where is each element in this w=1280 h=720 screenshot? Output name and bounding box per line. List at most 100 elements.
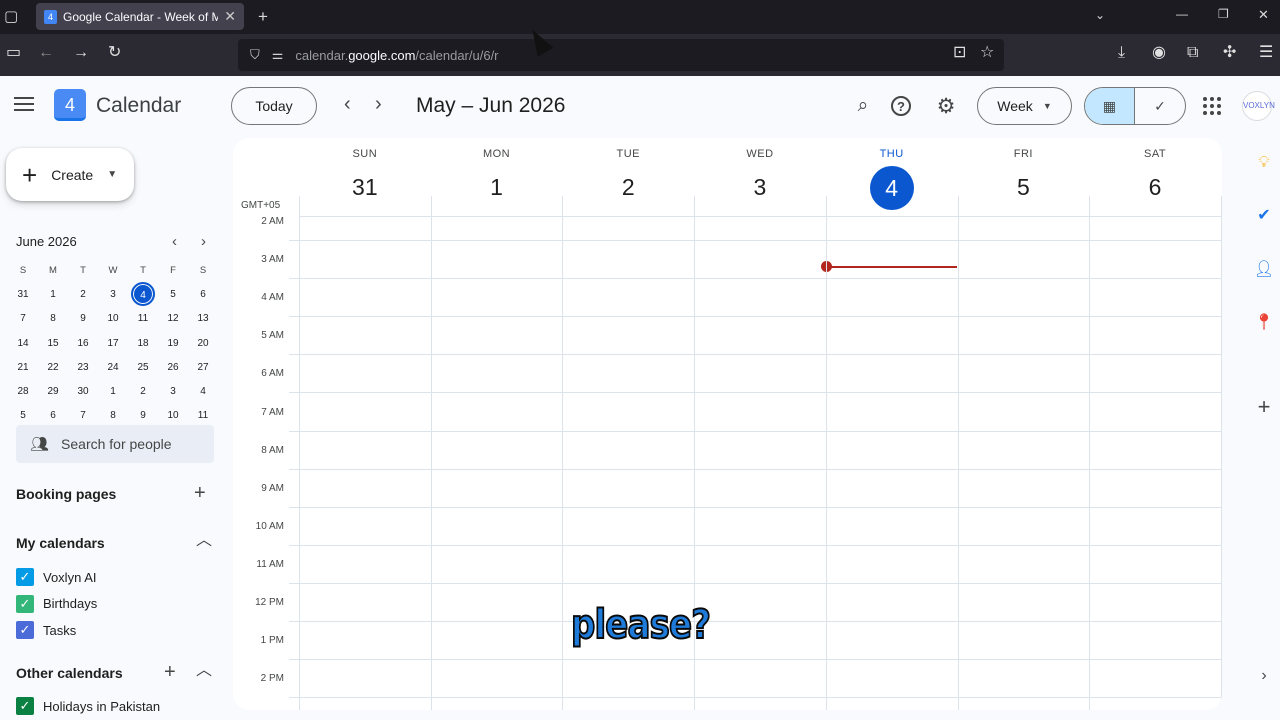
mini-day[interactable]: 9 bbox=[68, 313, 98, 324]
mini-day[interactable]: 3 bbox=[158, 386, 188, 397]
mini-day[interactable]: 10 bbox=[98, 313, 128, 324]
mini-day[interactable]: 6 bbox=[38, 410, 68, 421]
mini-day[interactable]: 28 bbox=[8, 386, 38, 397]
mini-day[interactable]: 12 bbox=[158, 313, 188, 324]
mini-day[interactable]: 26 bbox=[158, 362, 188, 373]
mini-day[interactable]: 3 bbox=[98, 289, 128, 300]
mini-day[interactable]: 29 bbox=[38, 386, 68, 397]
day-number[interactable]: 1 bbox=[431, 166, 563, 208]
mini-previous-month-icon[interactable]: ‹ bbox=[172, 233, 177, 250]
sidebar-toggle-icon[interactable]: ▭ bbox=[6, 45, 21, 61]
shield-icon[interactable]: ⛉ bbox=[250, 47, 260, 63]
tab-list-chevron-icon[interactable]: ⌄ bbox=[1095, 9, 1105, 21]
day-number[interactable]: 6 bbox=[1089, 166, 1221, 208]
booking-pages-title[interactable]: Booking pages bbox=[16, 486, 116, 502]
calendar-list-item[interactable]: ✓ Holidays in Pakistan bbox=[16, 697, 160, 715]
mini-day[interactable]: 24 bbox=[98, 362, 128, 373]
tasks-view-icon[interactable]: ✓ bbox=[1135, 88, 1185, 124]
day-number[interactable]: 5 bbox=[958, 166, 1090, 208]
mini-day[interactable]: 4 bbox=[128, 282, 158, 307]
checkbox-checked-icon[interactable]: ✓ bbox=[16, 697, 34, 715]
mini-day[interactable]: 30 bbox=[68, 386, 98, 397]
day-header-thu[interactable]: THU 4 bbox=[826, 138, 958, 210]
mini-day[interactable]: 19 bbox=[158, 338, 188, 349]
mini-day[interactable]: 17 bbox=[98, 338, 128, 349]
mini-day[interactable]: 18 bbox=[128, 338, 158, 349]
mini-day[interactable]: 5 bbox=[8, 410, 38, 421]
account-avatar[interactable]: VOXLYN bbox=[1242, 91, 1275, 121]
mini-day[interactable]: 10 bbox=[158, 410, 188, 421]
mini-day[interactable]: 4 bbox=[188, 386, 218, 397]
calendar-view-icon[interactable]: ▦ bbox=[1085, 88, 1136, 124]
calendar-list-item[interactable]: ✓ Tasks bbox=[16, 621, 76, 640]
minimize-icon[interactable]: — bbox=[1176, 8, 1188, 20]
back-icon[interactable]: ← bbox=[38, 45, 54, 61]
day-header-sat[interactable]: SAT 6 bbox=[1089, 138, 1221, 208]
mini-day[interactable]: 25 bbox=[128, 362, 158, 373]
collapse-other-calendars-icon[interactable]: ︿ bbox=[196, 663, 212, 679]
mini-day[interactable]: 15 bbox=[38, 338, 68, 349]
extensions-icon[interactable]: ⧉ bbox=[1187, 45, 1198, 61]
save-to-pocket-icon[interactable]: ⊡ bbox=[953, 45, 966, 61]
reload-icon[interactable]: ↻ bbox=[108, 45, 121, 61]
create-button[interactable]: + Create ▼ bbox=[6, 148, 134, 201]
new-tab-icon[interactable]: + bbox=[258, 8, 268, 25]
mini-day[interactable]: 21 bbox=[8, 362, 38, 373]
mini-day[interactable]: 6 bbox=[188, 289, 218, 300]
mini-day[interactable]: 2 bbox=[68, 289, 98, 300]
get-add-ons-icon[interactable]: + bbox=[1254, 394, 1274, 419]
mini-day[interactable]: 16 bbox=[68, 338, 98, 349]
tasks-icon[interactable]: ✔ bbox=[1254, 205, 1274, 225]
mini-day[interactable]: 23 bbox=[68, 362, 98, 373]
keep-icon[interactable]: 💡︎ bbox=[1254, 153, 1274, 173]
mini-day[interactable]: 1 bbox=[98, 386, 128, 397]
day-number[interactable]: 31 bbox=[299, 166, 431, 208]
mini-day[interactable]: 7 bbox=[8, 313, 38, 324]
collapse-my-calendars-icon[interactable]: ︿ bbox=[196, 533, 212, 549]
day-number[interactable]: 4 bbox=[826, 166, 958, 210]
search-people-input[interactable]: 👥︎ Search for people bbox=[16, 425, 214, 463]
day-number[interactable]: 3 bbox=[694, 166, 826, 208]
settings-gear-icon[interactable]: ⚙ bbox=[934, 94, 958, 118]
mini-day[interactable]: 9 bbox=[128, 410, 158, 421]
tab-overview-icon[interactable]: ▢ bbox=[4, 9, 18, 24]
today-button[interactable]: Today bbox=[231, 87, 317, 125]
maps-icon[interactable]: 📍︎ bbox=[1254, 312, 1274, 332]
bookmark-star-icon[interactable]: ☆ bbox=[980, 45, 994, 61]
day-header-mon[interactable]: MON 1 bbox=[431, 138, 563, 208]
checkbox-checked-icon[interactable]: ✓ bbox=[16, 594, 34, 613]
mini-day[interactable]: 7 bbox=[68, 410, 98, 421]
help-icon[interactable]: ? bbox=[891, 96, 911, 116]
mini-day[interactable]: 5 bbox=[158, 289, 188, 300]
show-side-panel-icon[interactable]: › bbox=[1254, 666, 1274, 686]
checkbox-checked-icon[interactable]: ✓ bbox=[16, 621, 34, 640]
maximize-icon[interactable]: ❐ bbox=[1218, 8, 1229, 20]
mini-day[interactable]: 2 bbox=[128, 386, 158, 397]
day-number[interactable]: 2 bbox=[562, 166, 694, 208]
day-header-fri[interactable]: FRI 5 bbox=[958, 138, 1090, 208]
mini-day[interactable]: 22 bbox=[38, 362, 68, 373]
close-tab-icon[interactable]: ✕ bbox=[224, 8, 236, 25]
next-week-icon[interactable]: › bbox=[375, 94, 382, 114]
address-bar[interactable]: ⛉ ⚌ calendar. google.com/calendar/u/6/r bbox=[238, 39, 1004, 71]
mini-day[interactable]: 27 bbox=[188, 362, 218, 373]
calendar-list-item[interactable]: ✓ Voxlyn AI bbox=[16, 568, 96, 586]
mini-day[interactable]: 8 bbox=[38, 313, 68, 324]
mini-day[interactable]: 13 bbox=[188, 313, 218, 324]
mini-day[interactable]: 8 bbox=[98, 410, 128, 421]
mini-day[interactable]: 20 bbox=[188, 338, 218, 349]
view-switcher[interactable]: Week ▼ bbox=[977, 87, 1072, 125]
day-header-sun[interactable]: SUN 31 bbox=[299, 138, 431, 208]
mini-day[interactable]: 14 bbox=[8, 338, 38, 349]
calendar-logo[interactable]: 4 bbox=[54, 89, 86, 121]
my-calendars-title[interactable]: My calendars bbox=[16, 535, 105, 551]
week-grid[interactable]: GMT+05 SUN 31 MON 1 TUE 2 WED 3 THU 4 FRI 5 SAT 6 2 AM… bbox=[233, 138, 1222, 710]
extension-badge-icon[interactable]: ✣ bbox=[1223, 45, 1236, 61]
add-other-calendar-icon[interactable]: + bbox=[164, 662, 176, 682]
contacts-icon[interactable]: 👤︎ bbox=[1254, 259, 1274, 279]
calendar-list-item[interactable]: ✓ Birthdays bbox=[16, 594, 97, 613]
close-window-icon[interactable]: ✕ bbox=[1258, 8, 1269, 21]
other-calendars-title[interactable]: Other calendars bbox=[16, 665, 123, 681]
add-booking-page-icon[interactable]: + bbox=[194, 483, 206, 503]
mini-day[interactable]: 31 bbox=[8, 289, 38, 300]
